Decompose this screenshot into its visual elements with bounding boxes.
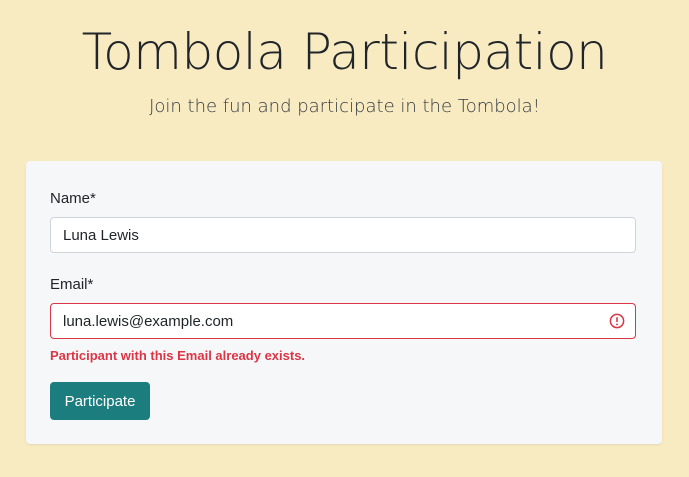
- email-label: Email*: [50, 276, 94, 293]
- page-title: Tombola Participation: [81, 23, 608, 81]
- name-field-wrapper: [50, 217, 636, 253]
- page-subtitle: Join the fun and participate in the Tomb…: [149, 96, 540, 117]
- name-label: Name*: [50, 190, 96, 207]
- participate-button[interactable]: Participate: [50, 382, 150, 420]
- email-field-wrapper: [50, 303, 636, 339]
- email-error-message: Participant with this Email already exis…: [50, 348, 306, 363]
- participation-form-card: Name* Email* Participant with this Email…: [26, 161, 662, 444]
- email-input[interactable]: [51, 304, 603, 338]
- exclamation-circle-icon: [609, 313, 625, 329]
- name-input[interactable]: [51, 218, 603, 252]
- page: Tombola Participation Join the fun and p…: [0, 0, 689, 477]
